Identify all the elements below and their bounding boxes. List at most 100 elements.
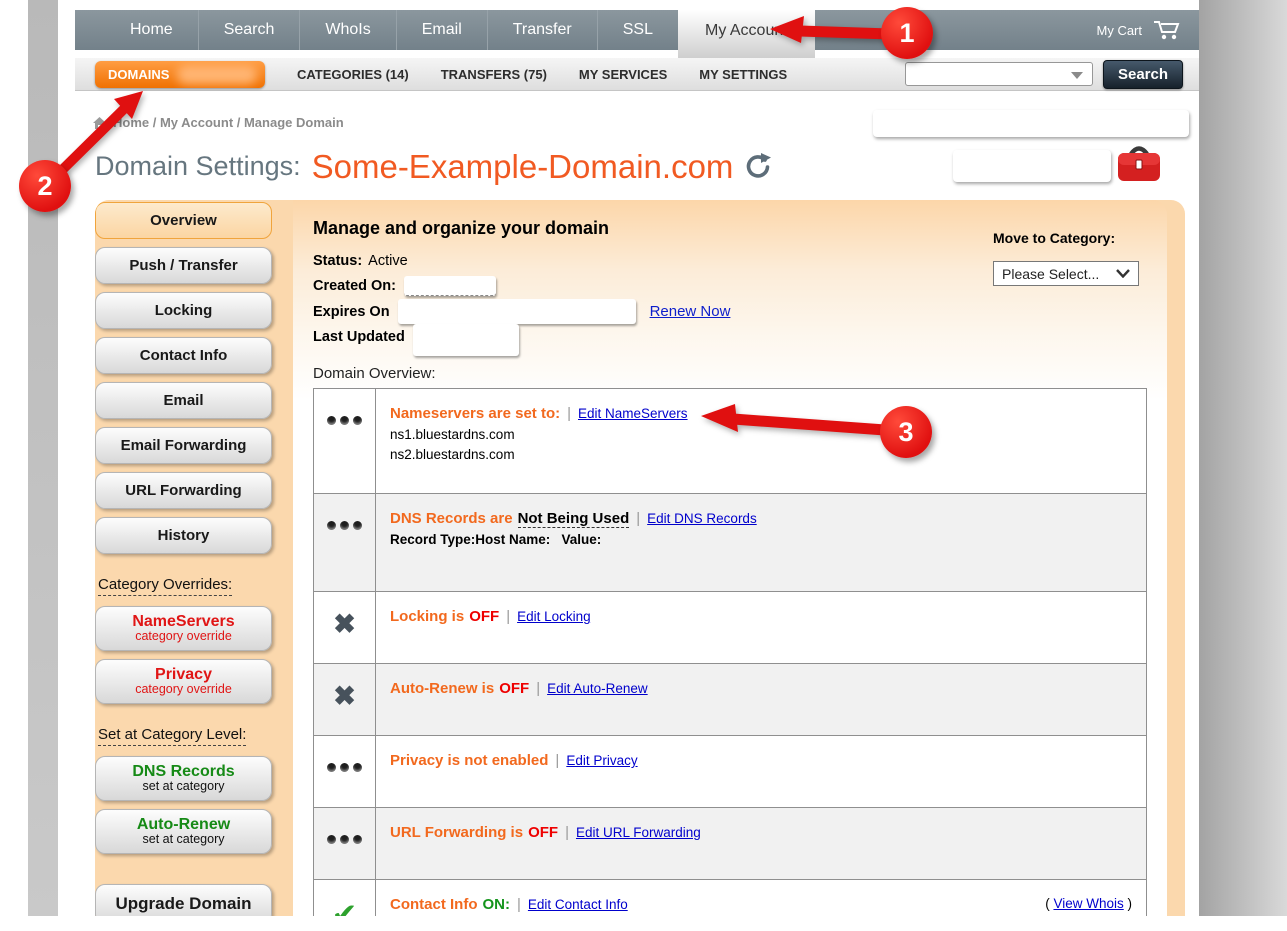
view-whois-link[interactable]: View Whois xyxy=(1053,896,1123,911)
redacted-blur xyxy=(177,65,257,84)
status-label: Status: xyxy=(313,253,362,269)
redacted-box xyxy=(953,150,1111,182)
sidebar-item-push-transfer[interactable]: Push / Transfer xyxy=(95,247,272,284)
category-select[interactable]: Please Select... xyxy=(993,261,1139,286)
overrides-label: Category Overrides: xyxy=(98,576,232,596)
sub-navigation-bar: DOMAINS CATEGORIES (14) TRANSFERS (75) MY … xyxy=(75,58,1199,91)
move-to-category: Move to Category: Please Select... xyxy=(993,230,1143,286)
edit-link-edit-dns-records[interactable]: Edit DNS Records xyxy=(647,511,757,526)
tab-home[interactable]: Home xyxy=(105,10,198,50)
row-status-icon-cell: ✖ xyxy=(314,592,376,663)
search-button[interactable]: Search xyxy=(1103,60,1183,89)
created-label: Created On: xyxy=(313,278,396,294)
x-icon: ✖ xyxy=(333,683,356,735)
subnav-item-my-settings[interactable]: MY SETTINGS xyxy=(699,67,787,82)
edit-link-edit-url-forwarding[interactable]: Edit URL Forwarding xyxy=(576,825,701,840)
sidebar-item-locking[interactable]: Locking xyxy=(95,292,272,329)
button-subtitle: set at category xyxy=(143,780,225,793)
refresh-icon[interactable] xyxy=(745,153,771,186)
sidebar-button-auto-renew[interactable]: Auto-Renewset at category xyxy=(95,809,272,854)
tab-transfer[interactable]: Transfer xyxy=(487,10,597,50)
edit-link-edit-privacy[interactable]: Edit Privacy xyxy=(566,753,637,768)
subnav-item-domains-active[interactable]: DOMAINS xyxy=(95,61,265,88)
row-title-text: Privacy is not enabled xyxy=(390,752,548,769)
row-body: Contact InfoON:|Edit Contact Info( View … xyxy=(376,880,1146,916)
row-title: DNS Records areNot Being Used|Edit DNS R… xyxy=(390,510,1132,527)
row-status-text: Not Being Used xyxy=(518,510,630,528)
row-body: Auto-Renew isOFF|Edit Auto-Renew xyxy=(376,664,1146,735)
my-cart[interactable]: My Cart xyxy=(1097,10,1200,50)
button-subtitle: category override xyxy=(135,630,232,643)
three-dots-icon xyxy=(327,835,362,879)
button-title: NameServers xyxy=(132,614,234,631)
edit-link-edit-contact-info[interactable]: Edit Contact Info xyxy=(528,897,628,912)
row-title-text: DNS Records are xyxy=(390,510,513,527)
dot xyxy=(327,835,336,844)
dot xyxy=(353,521,362,530)
annotation-marker-3: 3 xyxy=(880,406,932,458)
annotation-marker-1: 1 xyxy=(881,7,933,59)
breadcrumb-text[interactable]: Home / My Account / Manage Domain xyxy=(113,115,344,130)
expires-row: Expires On Renew Now xyxy=(313,299,1147,324)
subnav-item-my-services[interactable]: MY SERVICES xyxy=(579,67,667,82)
edit-link-edit-nameservers[interactable]: Edit NameServers xyxy=(578,406,688,421)
tab-email[interactable]: Email xyxy=(396,10,487,50)
separator: | xyxy=(529,680,547,697)
sidebar-button-dns-records[interactable]: DNS Recordsset at category xyxy=(95,756,272,801)
tab-search[interactable]: Search xyxy=(198,10,300,50)
subnav-item-categories-14-[interactable]: CATEGORIES (14) xyxy=(297,67,409,82)
tab-my-account[interactable]: My Account xyxy=(678,10,815,58)
tab-whois[interactable]: WhoIs xyxy=(299,10,395,50)
cart-icon xyxy=(1151,19,1181,41)
sidebar-item-contact-info[interactable]: Contact Info xyxy=(95,337,272,374)
row-title: Contact InfoON:|Edit Contact Info xyxy=(390,896,1132,913)
separator: | xyxy=(548,752,566,769)
table-row: Nameservers are set to:|Edit NameServers… xyxy=(314,389,1146,494)
row-status-icon-cell: ✔ xyxy=(314,880,376,916)
edit-link-edit-auto-renew[interactable]: Edit Auto-Renew xyxy=(547,681,648,696)
move-to-category-label: Move to Category: xyxy=(993,230,1143,246)
redacted-created-date xyxy=(404,276,496,296)
sidebar-item-history[interactable]: History xyxy=(95,517,272,554)
sidebar-item-url-forwarding[interactable]: URL Forwarding xyxy=(95,472,272,509)
table-row: Privacy is not enabled|Edit Privacy xyxy=(314,736,1146,808)
search-input[interactable] xyxy=(905,62,1093,86)
button-title: DNS Records xyxy=(132,764,234,781)
row-title: Nameservers are set to:|Edit NameServers xyxy=(390,405,1132,422)
chevron-down-icon[interactable] xyxy=(1071,72,1083,79)
row-body: URL Forwarding isOFF|Edit URL Forwarding xyxy=(376,808,1146,879)
row-status-icon-cell xyxy=(314,808,376,879)
subnav-item-transfers-75-[interactable]: TRANSFERS (75) xyxy=(441,67,547,82)
sidebar-item-email-forwarding[interactable]: Email Forwarding xyxy=(95,427,272,464)
toolbox-icon[interactable] xyxy=(1115,141,1163,190)
sidebar-item-overview[interactable]: Overview xyxy=(95,202,272,239)
upgrade-domain-button[interactable]: Upgrade Domain xyxy=(95,884,272,916)
row-detail-line: ns1.bluestardns.com xyxy=(390,427,1132,442)
row-status-icon-cell xyxy=(314,389,376,493)
domain-name: Some-Example-Domain.com xyxy=(312,148,734,186)
dot xyxy=(340,521,349,530)
row-body: DNS Records areNot Being Used|Edit DNS R… xyxy=(376,494,1146,591)
row-title-text: Nameservers are set to: xyxy=(390,405,560,422)
renew-now-link[interactable]: Renew Now xyxy=(650,303,731,320)
edit-link-edit-locking[interactable]: Edit Locking xyxy=(517,609,591,624)
three-dots-icon xyxy=(327,521,362,591)
window-edge-left xyxy=(28,0,58,916)
sidebar-item-email[interactable]: Email xyxy=(95,382,272,419)
page-title: Domain Settings: Some-Example-Domain.com xyxy=(95,147,771,186)
dot xyxy=(327,416,336,425)
domain-overview-table: Nameservers are set to:|Edit NameServers… xyxy=(313,388,1147,916)
row-title: Auto-Renew isOFF|Edit Auto-Renew xyxy=(390,680,1132,697)
dot xyxy=(327,521,336,530)
whois-note: ( View Whois ) xyxy=(1045,896,1132,911)
row-body: Privacy is not enabled|Edit Privacy xyxy=(376,736,1146,807)
sidebar-button-privacy[interactable]: Privacycategory override xyxy=(95,659,272,704)
three-dots-icon xyxy=(327,416,362,493)
button-title: Privacy xyxy=(155,667,212,684)
button-subtitle: set at category xyxy=(143,833,225,846)
dot xyxy=(340,763,349,772)
tab-ssl[interactable]: SSL xyxy=(597,10,678,50)
button-subtitle: category override xyxy=(135,683,232,696)
sidebar-button-nameservers[interactable]: NameServerscategory override xyxy=(95,606,272,651)
sidebar: Overview Push / Transfer Locking Contact In… xyxy=(95,200,293,916)
